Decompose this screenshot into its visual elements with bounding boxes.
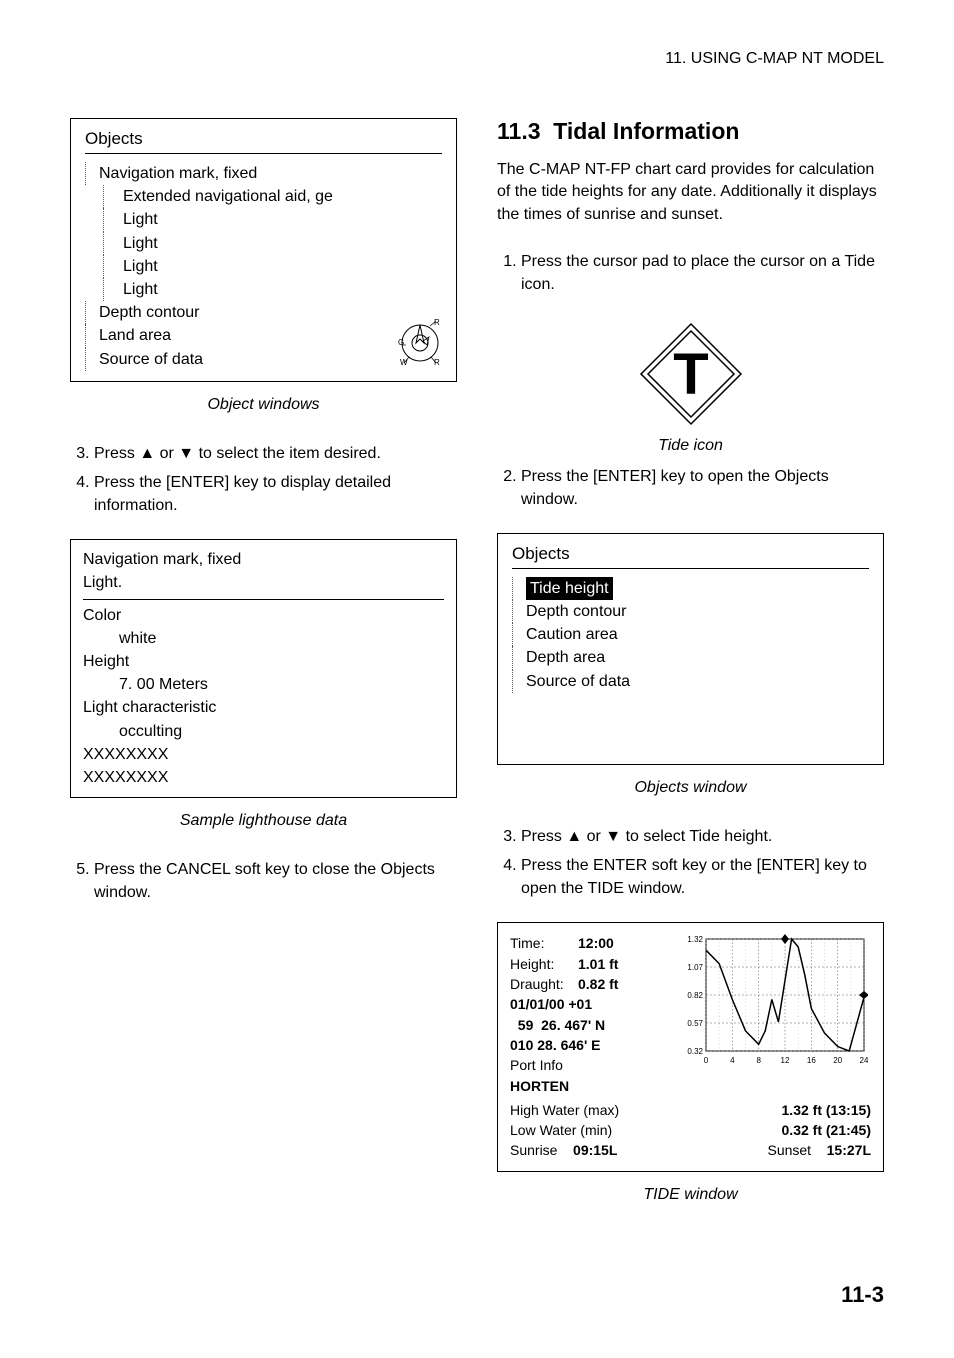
svg-text:0.82: 0.82 [687, 991, 703, 1000]
svg-text:G: G [398, 338, 404, 347]
data-line: Navigation mark, fixed [83, 548, 444, 571]
svg-text:24: 24 [859, 1056, 867, 1065]
tree-item: Land area [85, 324, 442, 347]
step-item: Press the CANCEL soft key to close the O… [94, 858, 457, 904]
objects-tree: Navigation mark, fixed Extended navigati… [85, 162, 442, 371]
tree-item: Depth area [512, 646, 869, 669]
svg-text:8: 8 [756, 1056, 761, 1065]
compass-icon: R G W R [396, 315, 444, 371]
tide-icon-figure: T Tide icon [497, 319, 884, 455]
tree-item: Caution area [512, 623, 869, 646]
svg-text:12: 12 [780, 1056, 789, 1065]
svg-text:4: 4 [730, 1056, 735, 1065]
tree-item: Depth contour [85, 301, 442, 324]
tree-item: Tide height [512, 577, 869, 600]
data-line: occulting [83, 720, 444, 743]
objects-tree: Tide height Depth contour Caution area D… [512, 577, 869, 693]
caption: Sample lighthouse data [70, 812, 457, 830]
page-number: 11-3 [70, 1282, 884, 1308]
tree-item: Light [85, 232, 442, 255]
objects-box-left: Objects Navigation mark, fixed Extended … [70, 118, 457, 382]
data-line: Color [83, 604, 444, 627]
svg-text:0.57: 0.57 [687, 1019, 703, 1028]
data-line: XXXXXXXX [83, 743, 444, 766]
step-item: Press the cursor pad to place the cursor… [521, 250, 884, 296]
data-line: Light characteristic [83, 696, 444, 719]
objects-title: Objects [85, 129, 442, 149]
data-line: Light. [83, 571, 444, 594]
page-header: 11. USING C-MAP NT MODEL [70, 50, 884, 68]
steps-list: Press the CANCEL soft key to close the O… [70, 858, 457, 904]
selected-item: Tide height [526, 577, 613, 600]
step-item: Press ▲ or ▼ to select Tide height. [521, 825, 884, 848]
tree-item: Light [85, 208, 442, 231]
tide-window: Time:12:00 Height:1.01 ft Draught:0.82 f… [497, 922, 884, 1171]
section-number: 11.3 [497, 118, 541, 144]
svg-text:0: 0 [703, 1056, 708, 1065]
lighthouse-data-box: Navigation mark, fixed Light. Color whit… [70, 539, 457, 798]
data-line: white [83, 627, 444, 650]
svg-text:16: 16 [806, 1056, 815, 1065]
caption: Object windows [70, 396, 457, 414]
tree-item: Extended navigational aid, ge [85, 185, 442, 208]
svg-text:R: R [434, 358, 440, 367]
caption: Objects window [497, 779, 884, 797]
tide-info-bottom: High Water (max)1.32 ft (13:15) Low Wate… [510, 1100, 871, 1161]
step-item: Press the [ENTER] key to open the Object… [521, 465, 884, 511]
intro-paragraph: The C-MAP NT-FP chart card provides for … [497, 159, 884, 226]
steps-list: Press the [ENTER] key to open the Object… [497, 465, 884, 511]
tree-item: Source of data [85, 348, 442, 371]
section-title: Tidal Information [553, 118, 739, 144]
svg-text:R: R [434, 318, 440, 327]
steps-list: Press ▲ or ▼ to select Tide height. Pres… [497, 825, 884, 901]
data-line: Height [83, 650, 444, 673]
step-item: Press ▲ or ▼ to select the item desired. [94, 442, 457, 465]
svg-text:1.07: 1.07 [687, 963, 703, 972]
objects-box-right: Objects Tide height Depth contour Cautio… [497, 533, 884, 765]
left-column: Objects Navigation mark, fixed Extended … [70, 118, 457, 1232]
steps-list: Press the cursor pad to place the cursor… [497, 250, 884, 296]
svg-text:T: T [673, 342, 708, 407]
data-line: 7. 00 Meters [83, 673, 444, 696]
step-item: Press the [ENTER] key to display detaile… [94, 471, 457, 517]
svg-text:1.32: 1.32 [687, 935, 703, 944]
tide-chart: 0 4 8 12 16 20 24 0.32 0.57 0.82 1.07 1.32 [674, 933, 871, 1095]
right-column: 11.3 Tidal Information The C-MAP NT-FP c… [497, 118, 884, 1232]
tree-item: Navigation mark, fixed [85, 162, 442, 185]
caption: Tide icon [658, 437, 723, 455]
tree-item: Light [85, 278, 442, 301]
svg-text:0.32: 0.32 [687, 1047, 703, 1056]
steps-list: Press ▲ or ▼ to select the item desired.… [70, 442, 457, 518]
tide-icon: T [636, 319, 746, 429]
objects-title: Objects [512, 544, 869, 564]
tide-info-left: Time:12:00 Height:1.01 ft Draught:0.82 f… [510, 933, 660, 1095]
tree-item: Light [85, 255, 442, 278]
divider [85, 153, 442, 154]
section-heading: 11.3 Tidal Information [497, 118, 884, 145]
svg-text:20: 20 [833, 1056, 842, 1065]
data-line: XXXXXXXX [83, 766, 444, 789]
tree-item: Source of data [512, 670, 869, 693]
caption: TIDE window [497, 1186, 884, 1204]
divider [512, 568, 869, 569]
tree-item: Depth contour [512, 600, 869, 623]
step-item: Press the ENTER soft key or the [ENTER] … [521, 854, 884, 900]
